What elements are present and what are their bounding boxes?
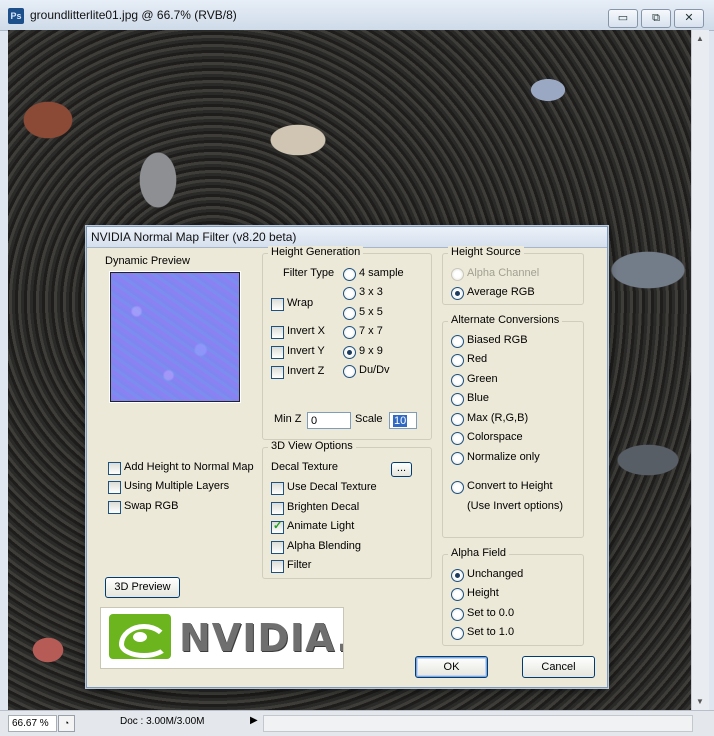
decal-texture-label: Decal Texture (271, 461, 339, 473)
dialog-titlebar: NVIDIA Normal Map Filter (v8.20 beta) (87, 227, 607, 248)
normal-map-preview (110, 272, 240, 402)
document-size-info: Doc : 3.00M/3.00M (120, 716, 205, 727)
scale-label: Scale (355, 413, 383, 425)
cancel-button[interactable]: Cancel (522, 656, 595, 678)
height-generation-legend: Height Generation (268, 246, 364, 258)
document-titlebar: Ps groundlitterlite01.jpg @ 66.7% (RVB/8… (0, 0, 714, 31)
alternate-conversions-legend: Alternate Conversions (448, 314, 563, 326)
ok-button[interactable]: OK (415, 656, 488, 678)
3d-preview-button[interactable]: 3D Preview (105, 577, 180, 598)
height-generation-group: Height Generation Filter Type 4 sample 3… (262, 246, 432, 440)
decal-browse-button[interactable]: ... (391, 462, 412, 477)
filter-type-label: Filter Type (283, 267, 335, 279)
zoom-level-field[interactable]: 66.67 % (8, 715, 57, 732)
status-info-icon[interactable]: ◔ (58, 715, 75, 732)
3d-view-options-group: 3D View Options Decal Texture ... Use De… (262, 440, 432, 579)
nvidia-logo: NVIDIA. (100, 607, 344, 669)
scale-input[interactable]: 10 (389, 412, 417, 429)
height-source-group: Height Source Alpha Channel Average RGB (442, 246, 584, 305)
convert-note: (Use Invert options) (467, 500, 563, 512)
document-title: groundlitterlite01.jpg @ 66.7% (RVB/8) (30, 8, 237, 22)
nvidia-normal-map-dialog: NVIDIA Normal Map Filter (v8.20 beta) Dy… (86, 226, 608, 688)
status-menu-arrow-icon[interactable]: ▶ (250, 715, 258, 726)
3d-view-options-legend: 3D View Options (268, 440, 356, 452)
dialog-title: NVIDIA Normal Map Filter (v8.20 beta) (91, 230, 297, 244)
alternate-conversions-group: Alternate Conversions Biased RGB Red Gre… (442, 314, 584, 538)
status-bar: 66.67 % ◔ Doc : 3.00M/3.00M ▶ (0, 710, 714, 736)
scroll-down-icon[interactable]: ▼ (696, 697, 704, 706)
nvidia-eye-icon (109, 614, 171, 659)
alpha-field-group: Alpha Field Unchanged Height Set to 0.0 … (442, 547, 584, 646)
close-button[interactable]: ✕ (674, 9, 704, 28)
minimize-button[interactable]: ▭ (608, 9, 638, 28)
height-source-legend: Height Source (448, 246, 524, 258)
restore-button[interactable]: ⧉ (641, 9, 671, 28)
dynamic-preview-label: Dynamic Preview (105, 255, 190, 267)
min-z-input[interactable]: 0 (307, 412, 351, 429)
alpha-field-legend: Alpha Field (448, 547, 510, 559)
horizontal-scrollbar[interactable] (263, 715, 693, 732)
vertical-scrollbar[interactable]: ▲ ▼ (691, 30, 709, 710)
scroll-up-icon[interactable]: ▲ (696, 34, 704, 43)
min-z-label: Min Z (274, 413, 302, 425)
photoshop-app-icon: Ps (8, 8, 24, 24)
